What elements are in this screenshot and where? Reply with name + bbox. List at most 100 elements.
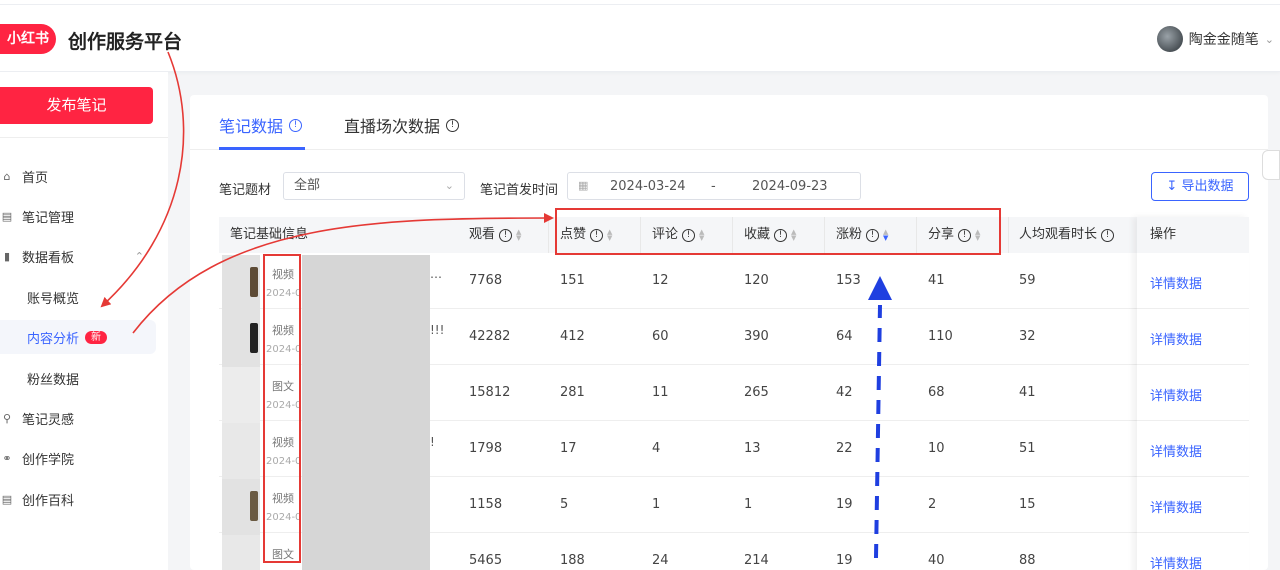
sticky-action-column-shadow [1137, 217, 1249, 570]
cell-followers: 42 [836, 385, 853, 400]
cell-shares: 110 [928, 329, 953, 344]
chevron-down-icon: ⌄ [444, 179, 454, 192]
col-avg-watch-time[interactable]: 人均观看时长! [1019, 217, 1115, 253]
note-thumbnail[interactable] [222, 535, 260, 570]
annotation-box-note-type [263, 254, 301, 563]
calendar-icon: ▦ [578, 179, 589, 192]
col-views[interactable]: 观看! ▲ ▼ [469, 217, 521, 253]
info-icon[interactable]: ! [499, 228, 513, 242]
cell-avg-time: 15 [1019, 497, 1036, 512]
cell-likes: 281 [560, 385, 585, 400]
info-icon[interactable]: ! [289, 118, 303, 132]
cell-likes: 5 [560, 497, 569, 512]
sidebar-item-fans-data[interactable]: 粉丝数据 [0, 361, 156, 395]
cell-comments: 4 [652, 441, 661, 456]
floating-side-tab[interactable] [1262, 150, 1280, 180]
cell-followers: 153 [836, 273, 861, 288]
sidebar-item-label: 创作学院 [22, 452, 75, 468]
chevron-down-icon[interactable]: ⌄ [1265, 33, 1274, 46]
sidebar-item-encyclopedia[interactable]: ▤ 创作百科 [0, 482, 156, 516]
export-label: 导出数据 [1181, 179, 1234, 194]
note-title[interactable]: ! [430, 435, 435, 449]
new-badge: 新 [85, 330, 108, 344]
cell-avg-time: 59 [1019, 273, 1036, 288]
cell-followers: 64 [836, 329, 853, 344]
cell-favorites: 120 [744, 273, 769, 288]
cell-favorites: 214 [744, 553, 769, 568]
top-header: 小红书 创作服务平台 陶金金随笔 ⌄ [0, 0, 1280, 72]
cell-shares: 41 [928, 273, 945, 288]
note-title[interactable]: … [430, 267, 442, 281]
sidebar-item-label: 数据看板 [22, 250, 75, 266]
sidebar-item-data-board[interactable]: ▮ 数据看板 ⌃ [0, 239, 156, 273]
sidebar-item-content-analysis[interactable]: 内容分析 新 [0, 320, 156, 354]
book-icon: ▤ [1, 492, 13, 506]
topic-filter-label: 笔记题材 [219, 183, 272, 198]
platform-title: 创作服务平台 [68, 31, 183, 53]
top-divider [0, 4, 1280, 5]
info-icon[interactable]: ! [446, 118, 460, 132]
note-thumbnail[interactable] [222, 311, 260, 367]
sidebar-item-note-management[interactable]: ▤ 笔记管理 [0, 199, 156, 233]
sidebar-item-academy[interactable]: ⚭ 创作学院 [0, 441, 156, 475]
tab-label: 笔记数据 [219, 117, 284, 136]
column-divider [548, 217, 549, 253]
date-range-picker[interactable]: ▦ 2024-03-24 - 2024-09-23 [567, 172, 861, 200]
note-thumbnail[interactable] [222, 255, 260, 311]
cell-shares: 68 [928, 385, 945, 400]
date-filter-label: 笔记首发时间 [480, 183, 559, 198]
cell-shares: 40 [928, 553, 945, 568]
cell-views: 5465 [469, 553, 503, 568]
annotation-box-metrics-header [555, 208, 1001, 255]
column-divider [1008, 217, 1009, 253]
cell-views: 42282 [469, 329, 511, 344]
cell-views: 1798 [469, 441, 503, 456]
cell-shares: 10 [928, 441, 945, 456]
tab-live-data[interactable]: 直播场次数据 ! [344, 113, 460, 137]
cell-favorites: 13 [744, 441, 761, 456]
date-end[interactable]: 2024-09-23 [752, 179, 828, 194]
note-thumbnail[interactable] [222, 479, 260, 535]
note-thumbnail[interactable] [222, 423, 260, 479]
cell-comments: 11 [652, 385, 669, 400]
note-title[interactable]: !!! [430, 323, 444, 337]
user-name: 陶金金随笔 [1188, 32, 1259, 48]
cell-followers: 22 [836, 441, 853, 456]
tab-note-data[interactable]: 笔记数据 ! [219, 113, 303, 137]
date-start[interactable]: 2024-03-24 [610, 179, 686, 194]
filter-bar: 笔记题材 全部 ⌄ 笔记首发时间 ▦ 2024-03-24 - 2024-09-… [219, 172, 1249, 202]
date-separator: - [711, 179, 716, 194]
tab-bar: 笔记数据 ! 直播场次数据 ! [190, 95, 1268, 150]
cell-comments: 1 [652, 497, 661, 512]
sidebar-divider [0, 137, 168, 138]
user-menu[interactable]: 陶金金随笔 ⌄ [1156, 26, 1274, 52]
topic-select[interactable]: 全部 ⌄ [283, 172, 465, 200]
col-basic-info: 笔记基础信息 [230, 227, 309, 242]
publish-note-button[interactable]: 发布笔记 [0, 87, 153, 124]
sidebar-item-label: 创作百科 [22, 493, 75, 509]
home-icon: ⌂ [3, 169, 11, 183]
note-thumbnail[interactable] [222, 367, 260, 423]
chevron-up-icon[interactable]: ⌃ [135, 250, 144, 263]
cell-likes: 17 [560, 441, 577, 456]
sidebar: 发布笔记 ⌂ 首页 ▤ 笔记管理 ▮ 数据看板 ⌃ 账号概览 内容分析 新 粉丝… [0, 72, 168, 570]
avatar[interactable] [1156, 26, 1183, 52]
cell-favorites: 390 [744, 329, 769, 344]
note-icon: ▤ [1, 209, 13, 223]
cell-likes: 412 [560, 329, 585, 344]
sidebar-item-home[interactable]: ⌂ 首页 [0, 159, 156, 193]
cell-shares: 2 [928, 497, 937, 512]
info-icon[interactable]: ! [1101, 228, 1115, 242]
sidebar-item-account-overview[interactable]: 账号概览 [0, 280, 156, 314]
cell-views: 15812 [469, 385, 511, 400]
sidebar-item-label: 笔记管理 [22, 210, 75, 226]
cell-followers: 19 [836, 553, 853, 568]
sidebar-item-inspiration[interactable]: ⚲ 笔记灵感 [0, 401, 156, 435]
cell-likes: 151 [560, 273, 585, 288]
sidebar-item-label: 粉丝数据 [27, 372, 80, 388]
cell-comments: 24 [652, 553, 669, 568]
cell-favorites: 1 [744, 497, 753, 512]
export-data-button[interactable]: ↧ 导出数据 [1151, 172, 1249, 201]
brand-logo[interactable]: 小红书 [0, 24, 56, 54]
sort-icon[interactable]: ▲ ▼ [516, 229, 521, 242]
